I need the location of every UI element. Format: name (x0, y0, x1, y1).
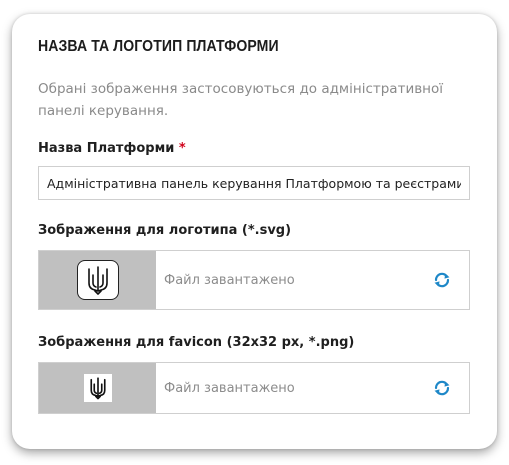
platform-name-label: Назва Платформи * (38, 140, 470, 158)
platform-name-input[interactable] (38, 166, 470, 200)
favicon-upload-status: Файл завантажено (164, 380, 295, 396)
trident-icon (89, 377, 106, 400)
section-title: НАЗВА ТА ЛОГОТИП ПЛАТФОРМИ (38, 38, 279, 55)
favicon-refresh-button[interactable] (429, 363, 455, 413)
logo-preview (39, 251, 156, 309)
trident-icon (87, 266, 108, 295)
logo-refresh-button[interactable] (429, 251, 455, 309)
favicon-preview-frame (83, 374, 112, 402)
logo-upload-status: Файл завантажено (164, 272, 295, 288)
platform-settings-card: НАЗВА ТА ЛОГОТИП ПЛАТФОРМИ Обрані зображ… (12, 14, 497, 449)
favicon-preview (39, 363, 156, 413)
favicon-label: Зображення для favicon (32x32 px, *.png) (38, 335, 355, 350)
logo-upload[interactable]: Файл завантажено (38, 250, 470, 310)
refresh-icon (434, 380, 450, 396)
favicon-upload[interactable]: Файл завантажено (38, 362, 470, 414)
logo-preview-frame (76, 260, 119, 300)
logo-label: Зображення для логотипа (*.svg) (38, 223, 292, 238)
refresh-icon (434, 272, 450, 288)
required-mark: * (178, 141, 186, 156)
section-description: Обрані зображення застосовуються до адмі… (38, 81, 444, 119)
platform-name-label-text: Назва Платформи (38, 141, 175, 156)
